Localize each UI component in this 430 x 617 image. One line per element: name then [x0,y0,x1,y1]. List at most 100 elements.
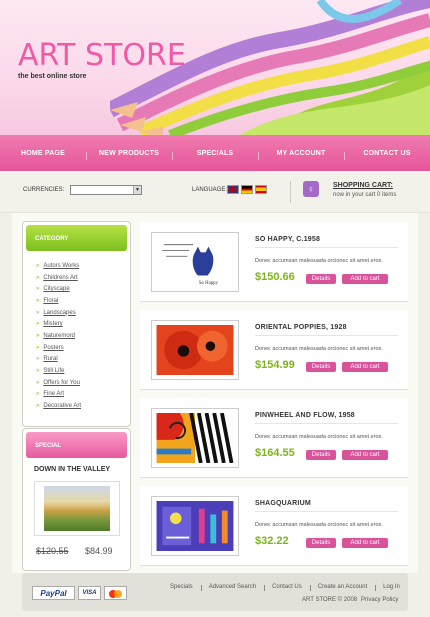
product-price: $150.66 [255,271,295,283]
flag-german-icon[interactable] [241,185,253,194]
nav-specials[interactable]: SPECIALS [172,150,258,160]
mastercard-logo [104,586,127,600]
footer-link-contact-us[interactable]: Contact Us [264,584,310,591]
currencies-label: CURRENCIES: [23,187,65,193]
category-heading: CATEGORY [26,225,127,251]
special-heading: SPECIAL [26,432,127,458]
category-item[interactable]: » Posters [36,342,130,354]
divider [290,181,291,203]
payment-logos: PayPal VISA [32,586,127,600]
shopping-cart-link[interactable]: SHOPPING CART: [333,182,393,189]
category-item[interactable]: » Cityscape [36,283,130,295]
product-name[interactable]: ORIENTAL POPPIES, 1928 [255,324,347,331]
category-item[interactable]: » Childrens Art [36,272,130,284]
copyright: ART STORE © 2008 [302,597,358,603]
category-item[interactable]: » Floral [36,295,130,307]
bullet-icon: » [36,368,40,375]
product-name[interactable]: PINWHEEL AND FLOW, 1958 [255,412,355,419]
product-description: Donec accumsan malesuada orcionec sit am… [255,258,383,264]
product-price: $154.99 [255,359,295,371]
chevron-down-icon[interactable]: ▼ [133,186,141,194]
currency-select[interactable]: ▼ [70,185,142,195]
special-new-price: $84.99 [85,546,113,556]
add-to-cart-button[interactable]: Add to cart [342,274,388,284]
main-nav: HOME PAGE NEW PRODUCTS SPECIALS MY ACCOU… [0,135,430,171]
bullet-icon: » [36,274,40,281]
footer-links: Specials Advanced Search Contact Us Crea… [162,584,408,591]
divider [255,423,398,424]
product-image[interactable] [151,408,239,468]
product-image[interactable] [151,320,239,380]
product-price: $32.22 [255,535,289,547]
product-description: Donec accumsan malesuada orcionec sit am… [255,522,383,528]
paypal-logo: PayPal [32,586,75,600]
landscape-painting [44,486,110,531]
bullet-icon: » [36,391,40,398]
bullet-icon: » [36,379,40,386]
category-item[interactable]: » Mistery [36,318,130,330]
page: ART STORE the best online store HOME PAG… [0,0,430,617]
product-card: PINWHEEL AND FLOW, 1958 Donec accumsan m… [140,398,408,478]
category-list: » Autors Works » Childrens Art » Cityscape … [23,254,130,412]
add-to-cart-button[interactable]: Add to cart [342,538,388,548]
category-item[interactable]: » Decorative Art [36,400,130,412]
shopping-cart-icon[interactable]: ♀ [303,181,319,197]
aquarium-painting [156,501,234,551]
product-name[interactable]: SHAGQUARIUM [255,500,311,507]
language-label: LANGUAGE: [192,187,228,193]
details-button[interactable]: Details [306,274,336,284]
language-flags [227,185,267,194]
category-item[interactable]: » Autors Works [36,260,130,272]
bullet-icon: » [36,309,40,316]
category-box: CATEGORY » Autors Works » Childrens Art » C… [22,221,131,427]
nav-new-products[interactable]: NEW PRODUCTS [86,150,172,160]
nav-home-page[interactable]: HOME PAGE [0,150,86,157]
product-card: SHAGQUARIUM Donec accumsan malesuada orc… [140,486,408,566]
privacy-policy-link[interactable]: Privacy Policy [361,597,398,603]
header: ART STORE the best online store [0,0,430,135]
bullet-icon: » [36,297,40,304]
footer-link-create-account[interactable]: Create an Account [309,584,375,591]
product-description: Donec accumsan malesuada orcionec sit am… [255,434,383,440]
footer-link-log-in[interactable]: Log In [375,584,408,591]
product-image[interactable] [151,496,239,556]
category-item[interactable]: » Naturemord [36,330,130,342]
details-button[interactable]: Details [306,450,336,460]
flag-english-icon[interactable] [227,185,239,194]
category-item[interactable]: » Landscapes [36,307,130,319]
svg-text:So Happy: So Happy [199,281,219,286]
add-to-cart-button[interactable]: Add to cart [342,362,388,372]
bullet-icon: » [36,262,40,269]
special-old-price: $120.55 [36,546,69,556]
product-name[interactable]: SO HAPPY, C.1958 [255,236,320,243]
footer: PayPal VISA Specials Advanced Search Con… [22,573,408,611]
nav-contact-us[interactable]: CONTACT US [344,150,430,160]
footer-link-specials[interactable]: Specials [162,584,201,590]
flag-spanish-icon[interactable] [255,185,267,194]
category-item[interactable]: » Offers for You [36,377,130,389]
cat-drawing-painting: So Happy [156,237,234,287]
details-button[interactable]: Details [306,362,336,372]
nav-my-account[interactable]: MY ACCOUNT [258,150,344,160]
category-item[interactable]: » Fine Art [36,389,130,401]
footer-link-advanced-search[interactable]: Advanced Search [200,584,264,591]
bullet-icon: » [36,356,40,363]
category-item[interactable]: » Still Life [36,365,130,377]
details-button[interactable]: Details [306,538,336,548]
special-product-image[interactable] [34,481,120,536]
product-description: Donec accumsan malesuada orcionec sit am… [255,346,383,352]
bullet-icon: » [36,403,40,410]
bullet-icon: » [36,344,40,351]
product-image[interactable]: So Happy [151,232,239,292]
product-card: So Happy SO HAPPY, C.1958 Donec accumsan… [140,222,408,302]
category-item[interactable]: » Rural [36,354,130,366]
special-box: SPECIAL DOWN IN THE VALLEY $120.55 $84.9… [22,428,131,571]
bullet-icon: » [36,286,40,293]
special-product-name[interactable]: DOWN IN THE VALLEY [34,466,110,473]
site-tagline: the best online store [18,73,87,80]
divider [255,247,398,248]
visa-logo: VISA [78,586,101,600]
cart-status: now in your cart 0 items [333,192,397,198]
site-logo[interactable]: ART STORE [18,38,186,73]
add-to-cart-button[interactable]: Add to cart [342,450,388,460]
